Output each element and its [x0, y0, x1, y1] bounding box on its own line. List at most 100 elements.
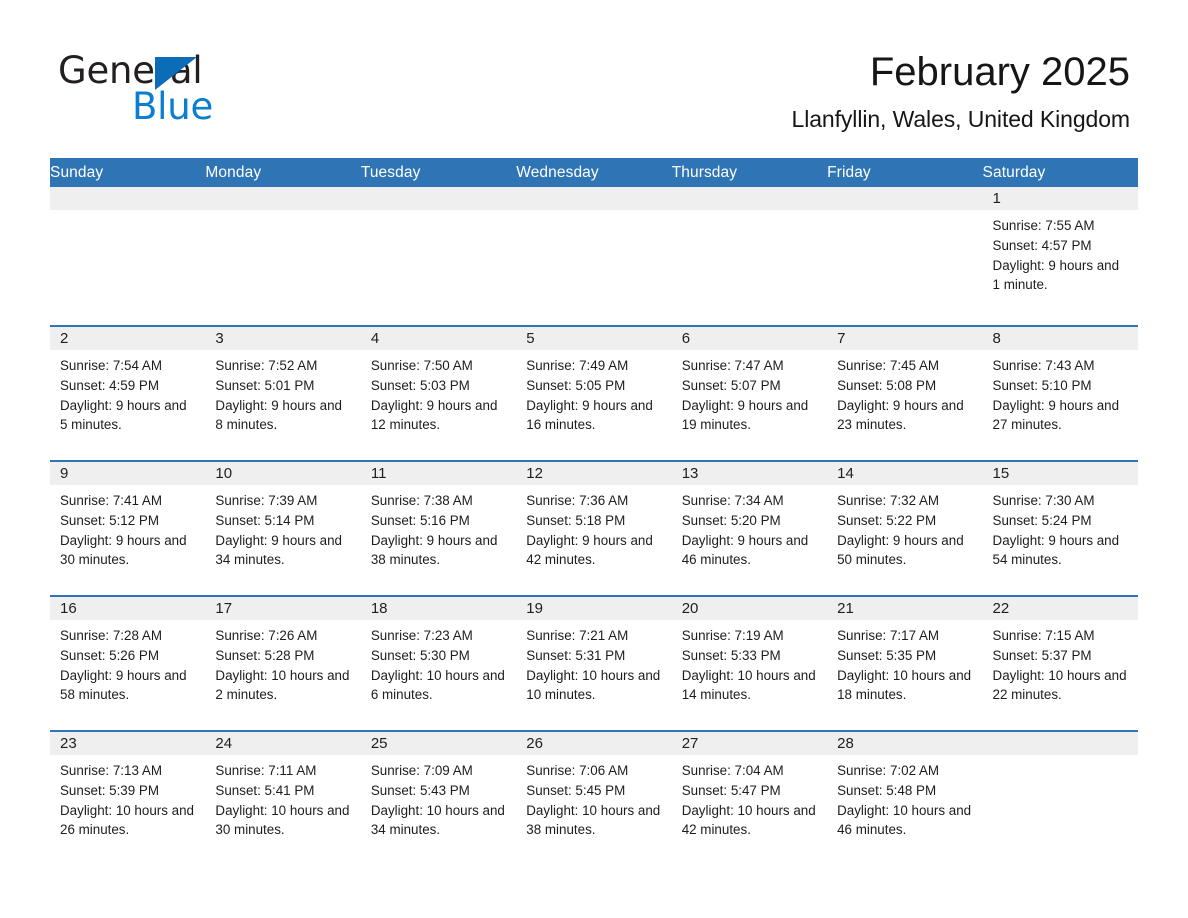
sunset-text: Sunset: 5:33 PM [681, 647, 781, 663]
day-cell[interactable]: 10 Sunrise: 7:39 AM Sunset: 5:14 PM Dayligh… [205, 460, 361, 596]
day-details: Sunrise: 7:11 AM Sunset: 5:41 PM Daylight:… [205, 755, 360, 840]
daylight-text: Daylight: 9 hours and 19 minutes. [681, 397, 809, 433]
sunset-text: Sunset: 5:14 PM [215, 512, 315, 528]
day-number: 18 [360, 597, 517, 620]
day-details: Sunrise: 7:32 AM Sunset: 5:22 PM Daylight:… [827, 485, 982, 570]
day-number: 27 [671, 732, 828, 755]
day-details: Sunrise: 7:19 AM Sunset: 5:33 PM Daylight:… [672, 620, 827, 705]
day-cell[interactable]: 2 Sunrise: 7:54 AM Sunset: 4:59 PM Daylight… [50, 325, 206, 461]
sunrise-text: Sunrise: 7:39 AM [215, 493, 318, 508]
day-number [360, 187, 517, 210]
daylight-text: Daylight: 9 hours and 38 minutes. [370, 532, 498, 568]
weekday-header-saturday: Saturday [982, 158, 1138, 187]
day-cell[interactable]: 9 Sunrise: 7:41 AM Sunset: 5:12 PM Daylight… [50, 460, 206, 596]
day-cell[interactable]: 7 Sunrise: 7:45 AM Sunset: 5:08 PM Daylight… [827, 325, 983, 461]
calendar-container: Sunday Monday Tuesday Wednesday Thursday… [50, 158, 1138, 866]
day-cell[interactable]: 5 Sunrise: 7:49 AM Sunset: 5:05 PM Daylight… [516, 325, 672, 461]
weekday-header-tuesday: Tuesday [360, 158, 517, 187]
sunrise-text: Sunrise: 7:43 AM [992, 358, 1095, 373]
day-cell[interactable]: 26 Sunrise: 7:06 AM Sunset: 5:45 PM Dayligh… [516, 730, 672, 866]
day-cell[interactable]: 21 Sunrise: 7:17 AM Sunset: 5:35 PM Dayligh… [827, 595, 983, 731]
day-number: 3 [205, 327, 361, 350]
day-number: 19 [516, 597, 672, 620]
sunrise-text: Sunrise: 7:45 AM [837, 358, 940, 373]
sunrise-text: Sunrise: 7:11 AM [215, 763, 317, 778]
sunrise-text: Sunrise: 7:21 AM [526, 628, 629, 643]
daylight-text: Daylight: 9 hours and 46 minutes. [681, 532, 809, 568]
sunrise-text: Sunrise: 7:06 AM [526, 763, 629, 778]
daylight-text: Daylight: 9 hours and 27 minutes. [992, 397, 1120, 433]
day-details: Sunrise: 7:49 AM Sunset: 5:05 PM Daylight:… [516, 350, 671, 435]
daylight-text: Daylight: 10 hours and 2 minutes. [215, 667, 350, 703]
sunset-text: Sunset: 5:24 PM [992, 512, 1092, 528]
day-cell[interactable]: 17 Sunrise: 7:26 AM Sunset: 5:28 PM Dayligh… [205, 595, 361, 731]
day-cell[interactable]: 4 Sunrise: 7:50 AM Sunset: 5:03 PM Daylight… [360, 325, 517, 461]
daylight-text: Daylight: 9 hours and 12 minutes. [370, 397, 498, 433]
day-cell[interactable]: 25 Sunrise: 7:09 AM Sunset: 5:43 PM Dayligh… [360, 730, 517, 866]
day-cell[interactable]: 15 Sunrise: 7:30 AM Sunset: 5:24 PM Dayligh… [982, 460, 1138, 596]
sunset-text: Sunset: 5:16 PM [370, 512, 470, 528]
daylight-text: Daylight: 9 hours and 16 minutes. [526, 397, 653, 433]
calendar-table: Sunday Monday Tuesday Wednesday Thursday… [50, 158, 1138, 866]
calendar-header-row: Sunday Monday Tuesday Wednesday Thursday… [50, 158, 1138, 187]
day-cell[interactable]: 28 Sunrise: 7:02 AM Sunset: 5:48 PM Dayligh… [827, 730, 983, 866]
day-cell[interactable]: 22 Sunrise: 7:15 AM Sunset: 5:37 PM Dayligh… [982, 595, 1138, 731]
daylight-text: Daylight: 9 hours and 50 minutes. [837, 532, 964, 568]
daylight-text: Daylight: 10 hours and 46 minutes. [837, 802, 972, 838]
sunrise-text: Sunrise: 7:49 AM [526, 358, 629, 373]
daylight-text: Daylight: 10 hours and 10 minutes. [526, 667, 661, 703]
week-row: 23 Sunrise: 7:13 AM Sunset: 5:39 PM Dayligh… [50, 730, 1138, 866]
sunset-text: Sunset: 5:39 PM [60, 782, 159, 798]
day-details: Sunrise: 7:55 AM Sunset: 4:57 PM Dayligh… [983, 210, 1138, 295]
day-number [516, 187, 672, 210]
sunset-text: Sunset: 5:28 PM [215, 647, 315, 663]
sunset-text: Sunset: 4:59 PM [60, 377, 159, 393]
day-cell[interactable]: 12 Sunrise: 7:36 AM Sunset: 5:18 PM Dayligh… [516, 460, 672, 596]
day-cell[interactable]: 13 Sunrise: 7:34 AM Sunset: 5:20 PM Dayligh… [671, 460, 828, 596]
day-cell[interactable]: 1 Sunrise: 7:55 AM Sunset: 4:57 PM Dayli… [982, 187, 1138, 326]
daylight-text: Daylight: 10 hours and 18 minutes. [837, 667, 972, 703]
day-details: Sunrise: 7:13 AM Sunset: 5:39 PM Daylight:… [50, 755, 205, 840]
daylight-text: Daylight: 9 hours and 5 minutes. [60, 397, 187, 433]
day-details: Sunrise: 7:45 AM Sunset: 5:08 PM Daylight:… [827, 350, 982, 435]
day-details: Sunrise: 7:52 AM Sunset: 5:01 PM Daylight:… [205, 350, 360, 435]
day-details: Sunrise: 7:39 AM Sunset: 5:14 PM Daylight:… [205, 485, 360, 570]
day-number: 16 [50, 597, 206, 620]
daylight-text: Daylight: 9 hours and 23 minutes. [837, 397, 964, 433]
day-cell[interactable]: 20 Sunrise: 7:19 AM Sunset: 5:33 PM Dayligh… [671, 595, 828, 731]
day-details: Sunrise: 7:41 AM Sunset: 5:12 PM Daylight:… [50, 485, 205, 570]
sunrise-text: Sunrise: 7:04 AM [681, 763, 784, 778]
day-cell[interactable]: 3 Sunrise: 7:52 AM Sunset: 5:01 PM Daylight… [205, 325, 361, 461]
daylight-text: Daylight: 10 hours and 14 minutes. [681, 667, 816, 703]
sunset-text: Sunset: 5:01 PM [215, 377, 315, 393]
daylight-text: Daylight: 10 hours and 22 minutes. [992, 667, 1127, 703]
page-header: General Blue February 2025 Llanfyllin, W… [0, 0, 1188, 132]
sunset-text: Sunset: 5:10 PM [992, 377, 1092, 393]
day-details: Sunrise: 7:23 AM Sunset: 5:30 PM Daylight:… [361, 620, 516, 705]
day-cell[interactable]: 16 Sunrise: 7:28 AM Sunset: 5:26 PM Dayligh… [50, 595, 206, 731]
daylight-text: Daylight: 9 hours and 1 minute. [992, 257, 1120, 293]
sunrise-text: Sunrise: 7:30 AM [992, 493, 1095, 508]
day-cell[interactable]: 8 Sunrise: 7:43 AM Sunset: 5:10 PM Daylight… [982, 325, 1138, 461]
day-cell[interactable]: 18 Sunrise: 7:23 AM Sunset: 5:30 PM Dayligh… [360, 595, 517, 731]
title-block: February 2025 Llanfyllin, Wales, United … [792, 48, 1131, 134]
day-cell[interactable]: 6 Sunrise: 7:47 AM Sunset: 5:07 PM Daylight… [671, 325, 828, 461]
daylight-text: Daylight: 10 hours and 38 minutes. [526, 802, 661, 838]
day-cell[interactable]: 27 Sunrise: 7:04 AM Sunset: 5:47 PM Dayligh… [671, 730, 828, 866]
day-cell[interactable]: 19 Sunrise: 7:21 AM Sunset: 5:31 PM Dayligh… [516, 595, 672, 731]
sunrise-text: Sunrise: 7:15 AM [992, 628, 1095, 643]
day-details: Sunrise: 7:04 AM Sunset: 5:47 PM Daylight:… [672, 755, 827, 840]
day-cell[interactable]: 24 Sunrise: 7:11 AM Sunset: 5:41 PM Dayligh… [205, 730, 361, 866]
day-cell[interactable]: 23 Sunrise: 7:13 AM Sunset: 5:39 PM Dayligh… [50, 730, 206, 866]
day-number: 1 [982, 187, 1138, 210]
sunset-text: Sunset: 5:30 PM [370, 647, 470, 663]
sunset-text: Sunset: 5:48 PM [837, 782, 937, 798]
day-number: 2 [50, 327, 206, 350]
day-number: 11 [360, 462, 517, 485]
day-cell[interactable]: 14 Sunrise: 7:32 AM Sunset: 5:22 PM Dayligh… [827, 460, 983, 596]
daylight-text: Daylight: 9 hours and 8 minutes. [215, 397, 342, 433]
day-number: 15 [982, 462, 1138, 485]
day-cell[interactable]: 11 Sunrise: 7:38 AM Sunset: 5:16 PM Dayligh… [360, 460, 517, 596]
weekday-header-thursday: Thursday [671, 158, 828, 187]
day-number [205, 187, 361, 210]
